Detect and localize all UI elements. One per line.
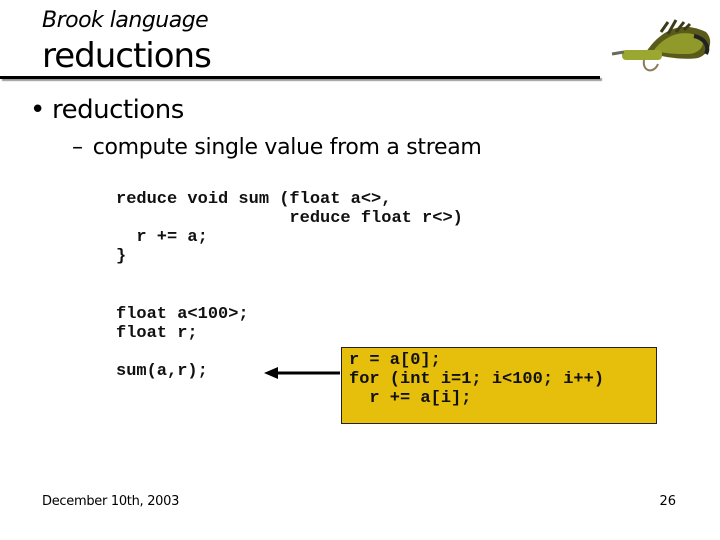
declarations-code: float a<100>; float r; <box>116 305 249 343</box>
equivalent-code: r = a[0]; for (int i=1; i<100; i++) r +=… <box>349 351 605 408</box>
sub-bullet-text: compute single value from a stream <box>92 135 482 160</box>
reduce-function-code: reduce void sum (float a<>, reduce float… <box>116 190 463 266</box>
bullet-item: • reductions <box>30 95 184 125</box>
arrow-left-icon <box>264 367 340 379</box>
sub-bullet-item: – compute single value from a stream <box>72 135 482 160</box>
slide-title: reductions <box>42 36 212 76</box>
equivalent-code-box: r = a[0]; for (int i=1; i<100; i++) r +=… <box>341 347 657 424</box>
slide-subtitle: Brook language <box>42 8 209 33</box>
call-code: sum(a,r); <box>116 362 208 381</box>
sub-bullet-marker: – <box>72 135 83 160</box>
footer-date: December 10th, 2003 <box>42 494 180 509</box>
page-number: 26 <box>659 494 676 509</box>
fishing-fly-icon <box>611 19 711 72</box>
title-underline <box>0 76 600 79</box>
bullet-marker: • <box>30 95 45 125</box>
bullet-text: reductions <box>52 95 184 125</box>
